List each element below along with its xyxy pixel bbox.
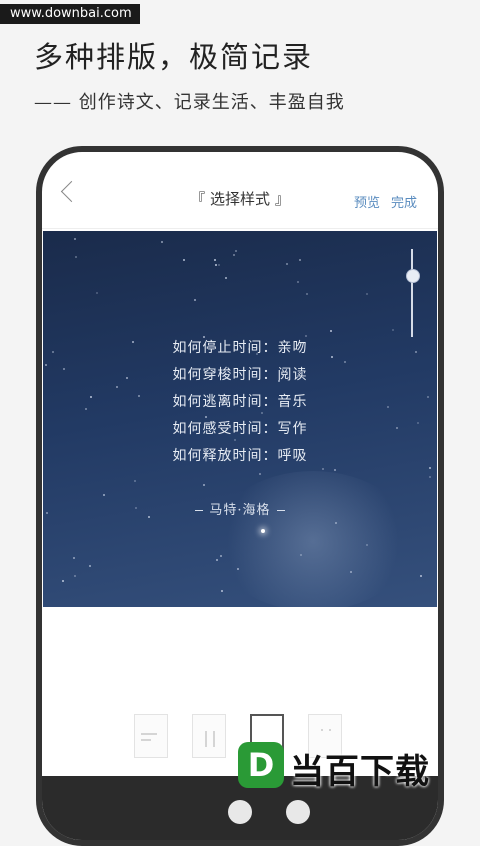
style-option-two-column[interactable]: [192, 714, 226, 758]
toolbar-circle-button[interactable]: [286, 800, 310, 824]
poem-author: 马特·海格: [43, 499, 437, 518]
star-dot: [75, 256, 77, 258]
star-dot: [96, 292, 98, 294]
dash-left: [195, 510, 204, 511]
star-dot: [62, 580, 64, 582]
star-dot: [194, 299, 196, 301]
poem-line: 如何感受时间：写作: [172, 421, 308, 437]
top-navbar: 『 选择样式 』 预览 完成: [42, 152, 438, 229]
star-dot: [335, 522, 337, 524]
star-dot: [89, 565, 91, 567]
star-dot: [420, 575, 422, 577]
star-dot: [218, 264, 220, 266]
star-dot: [225, 277, 227, 279]
star-dot: [220, 555, 222, 557]
style-option-left-text[interactable]: [134, 714, 168, 758]
star-dot: [300, 554, 302, 556]
toolbar-circle-button[interactable]: [228, 800, 252, 824]
star-dot: [103, 494, 105, 496]
poem-line: 如何逃离时间：音乐: [172, 394, 308, 410]
author-name: 马特·海格: [209, 503, 271, 518]
star-dot: [306, 293, 308, 295]
star-dot: [330, 330, 332, 332]
star-dot: [74, 238, 76, 240]
poem-preview-card: 如何停止时间：亲吻 如何穿梭时间：阅读 如何逃离时间：音乐 如何感受时间：写作 …: [43, 231, 437, 607]
watermark-url: www.downbai.com: [0, 4, 140, 24]
star-dot: [297, 281, 299, 283]
star-dot: [74, 575, 76, 577]
star-dot: [429, 476, 431, 478]
site-logo: D 当百下载: [238, 740, 474, 792]
star-dot: [216, 559, 218, 561]
background-glow: [213, 471, 413, 607]
slider-track[interactable]: [411, 249, 413, 337]
sparkle-star-icon: [261, 529, 265, 533]
star-dot: [214, 259, 216, 261]
logo-text: 当百下载: [290, 752, 430, 792]
star-dot: [259, 473, 261, 475]
star-dot: [366, 293, 368, 295]
star-dot: [235, 250, 237, 252]
star-dot: [237, 568, 239, 570]
poem-line: 如何释放时间：呼吸: [172, 448, 308, 464]
star-dot: [233, 254, 235, 256]
star-dot: [221, 590, 223, 592]
star-dot: [299, 259, 301, 261]
star-dot: [392, 329, 394, 331]
star-dot: [366, 544, 368, 546]
star-dot: [134, 480, 136, 482]
preview-button[interactable]: 预览: [354, 192, 380, 211]
star-dot: [286, 263, 288, 265]
star-dot: [161, 241, 163, 243]
poem-line: 如何穿梭时间：阅读: [172, 367, 308, 383]
star-dot: [215, 264, 217, 266]
star-dot: [203, 484, 205, 486]
page-subline: —— 创作诗文、记录生活、丰盈自我: [34, 92, 345, 113]
poem-line: 如何停止时间：亲吻: [172, 340, 308, 356]
done-button[interactable]: 完成: [391, 192, 417, 211]
star-dot: [73, 557, 75, 559]
star-dot: [183, 259, 185, 261]
dash-right: [276, 510, 285, 511]
logo-badge-icon: D: [238, 742, 284, 788]
poem-text: 如何停止时间：亲吻 如何穿梭时间：阅读 如何逃离时间：音乐 如何感受时间：写作 …: [43, 335, 437, 470]
page-headline: 多种排版，极简记录: [34, 40, 314, 74]
slider-thumb[interactable]: [406, 269, 420, 284]
star-dot: [350, 571, 352, 573]
